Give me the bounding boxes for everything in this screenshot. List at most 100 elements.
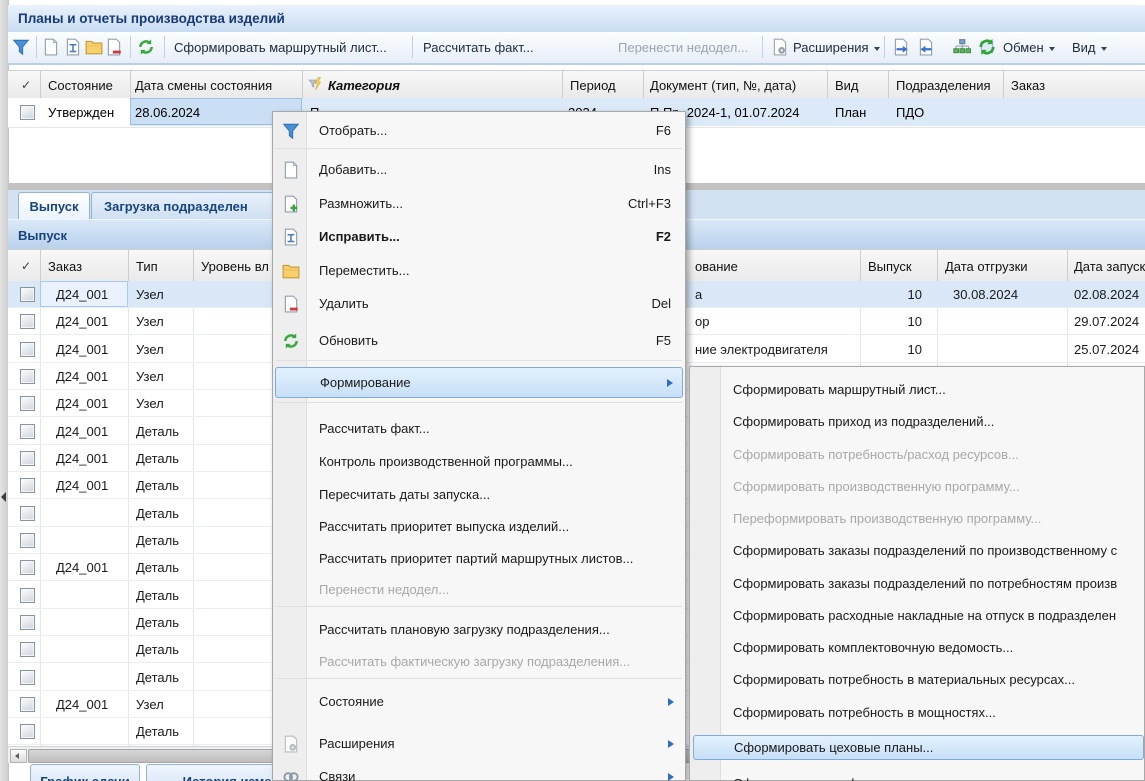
export-document-icon[interactable]	[892, 38, 910, 56]
menu-item-edit[interactable]: Исправить... F2	[275, 220, 683, 253]
filter-icon[interactable]	[12, 38, 30, 56]
column-period[interactable]: Период	[570, 71, 616, 99]
submenu-item-delivery-schedule[interactable]: Сформировать график сдачи...	[693, 767, 1144, 781]
row-checkbox[interactable]	[20, 588, 35, 603]
menu-item-links[interactable]: Связи	[275, 760, 683, 781]
cell-departments[interactable]: ПДО	[896, 98, 924, 126]
tab-schedule[interactable]: График сдачи	[30, 764, 140, 781]
column-type[interactable]: Тип	[136, 250, 158, 282]
menu-item-filter[interactable]: Отобрать... F6	[275, 114, 683, 147]
menu-item-recalc-launch-dates[interactable]: Пересчитать даты запуска...	[275, 478, 683, 511]
context-menu: Отобрать... F6 Добавить... Ins Размножит…	[272, 111, 686, 781]
row-checkbox[interactable]	[20, 396, 35, 411]
column-name[interactable]: ование	[695, 250, 738, 282]
row-checkbox[interactable]	[20, 615, 35, 630]
column-state-date[interactable]: Дата смены состояния	[135, 71, 272, 99]
delete-document-icon[interactable]	[105, 38, 123, 56]
submenu-item-material-needs[interactable]: Сформировать потребность в материальных …	[693, 663, 1144, 695]
view-button[interactable]: Вид	[1072, 39, 1107, 57]
row-checkbox[interactable]	[20, 314, 35, 329]
column-order[interactable]: Заказ	[1011, 71, 1045, 99]
cell-order: Д24_001	[56, 390, 108, 416]
submenu-item-shop-plans[interactable]: Сформировать цеховые планы...	[693, 735, 1144, 760]
row-checkbox[interactable]	[20, 533, 35, 548]
cell-state-date[interactable]: 28.06.2024	[135, 98, 200, 126]
import-document-icon[interactable]	[917, 38, 935, 56]
column-state[interactable]: Состояние	[48, 71, 113, 99]
submenu-item-picking-list[interactable]: Сформировать комплектовочную ведомость..…	[693, 631, 1144, 663]
scroll-left-button[interactable]	[10, 749, 27, 763]
menu-label: Сформировать комплектовочную ведомость..…	[733, 640, 1013, 655]
menu-item-add[interactable]: Добавить... Ins	[275, 153, 683, 186]
move-folder-icon[interactable]	[85, 38, 103, 56]
extensions-gear-icon[interactable]	[771, 38, 789, 56]
column-check[interactable]: ✓	[21, 250, 31, 282]
row-checkbox[interactable]	[20, 724, 35, 739]
hierarchy-icon[interactable]	[953, 38, 971, 56]
extensions-button[interactable]: Расширения	[793, 39, 880, 57]
menu-label: Сформировать расходные накладные на отпу…	[733, 608, 1116, 623]
cell-type: Деталь	[136, 554, 179, 580]
cell-kind[interactable]: План	[835, 98, 866, 126]
refresh-icon[interactable]	[137, 38, 155, 56]
row-checkbox[interactable]	[20, 642, 35, 657]
column-departments[interactable]: Подразделения	[896, 71, 991, 99]
menu-item-refresh[interactable]: Обновить F5	[275, 324, 683, 357]
menu-item-control-program[interactable]: Контроль производственной программы...	[275, 445, 683, 478]
column-order[interactable]: Заказ	[48, 250, 82, 282]
row-checkbox[interactable]	[20, 697, 35, 712]
column-category[interactable]: Категория	[328, 71, 400, 99]
submenu-item-capacity-needs[interactable]: Сформировать потребность в мощностях...	[693, 696, 1144, 728]
menu-item-delete[interactable]: Удалить Del	[275, 287, 683, 320]
row-checkbox[interactable]	[20, 560, 35, 575]
menu-item-priority-batches[interactable]: Рассчитать приоритет партий маршрутных л…	[275, 542, 683, 575]
menu-item-planned-load[interactable]: Рассчитать плановую загрузку подразделен…	[275, 613, 683, 646]
tab-label: Выпуск	[30, 199, 79, 214]
menu-item-move[interactable]: Переместить...	[275, 254, 683, 287]
cell-type: Деталь	[136, 418, 179, 444]
window-titlebar: Планы и отчеты производства изделий	[8, 5, 1145, 33]
column-document[interactable]: Документ (тип, №, дата)	[650, 71, 796, 99]
calc-fact-button[interactable]: Рассчитать факт...	[423, 39, 534, 57]
exchange-icon[interactable]	[978, 38, 996, 56]
edit-document-icon[interactable]	[64, 38, 82, 56]
form-route-sheet-button[interactable]: Сформировать маршрутный лист...	[174, 39, 387, 57]
move-folder-icon	[282, 262, 300, 280]
submenu-item-orders-by-structure[interactable]: Сформировать заказы подразделений по про…	[693, 534, 1144, 566]
menu-item-duplicate[interactable]: Размножить... Ctrl+F3	[275, 187, 683, 220]
submenu-item-income[interactable]: Сформировать приход из подразделений...	[693, 405, 1144, 437]
column-launch-date[interactable]: Дата запуск	[1074, 250, 1145, 282]
row-checkbox[interactable]	[20, 105, 35, 120]
menu-item-extensions[interactable]: Расширения	[275, 727, 683, 760]
column-kind[interactable]: Вид	[835, 71, 859, 99]
submenu-item-invoices[interactable]: Сформировать расходные накладные на отпу…	[693, 599, 1144, 631]
tab-vypusk[interactable]: Выпуск	[18, 192, 90, 219]
row-checkbox[interactable]	[20, 287, 35, 302]
menu-item-calc-fact[interactable]: Рассчитать факт...	[275, 412, 683, 445]
menu-item-formation[interactable]: Формирование	[275, 367, 683, 398]
splitter-collapse-icon[interactable]	[1, 492, 6, 502]
menu-label: Сформировать график сдачи...	[733, 776, 921, 781]
submenu-item-orders-by-needs[interactable]: Сформировать заказы подразделений по пот…	[693, 567, 1144, 599]
column-level[interactable]: Уровень вл	[201, 250, 269, 282]
menu-item-state[interactable]: Состояние	[275, 685, 683, 718]
column-divider	[562, 71, 563, 99]
exchange-button[interactable]: Обмен	[1003, 39, 1055, 57]
cell-state[interactable]: Утвержден	[48, 98, 114, 126]
row-checkbox[interactable]	[20, 506, 35, 521]
row-checkbox[interactable]	[20, 342, 35, 357]
add-document-icon[interactable]	[42, 38, 60, 56]
column-check[interactable]: ✓	[21, 71, 31, 99]
column-qty[interactable]: Выпуск	[868, 250, 912, 282]
column-ship-date[interactable]: Дата отгрузки	[945, 250, 1028, 282]
row-checkbox[interactable]	[20, 369, 35, 384]
cell-order: Д24_001	[56, 418, 108, 444]
row-checkbox[interactable]	[20, 478, 35, 493]
row-checkbox[interactable]	[20, 670, 35, 685]
add-document-icon	[282, 161, 300, 179]
submenu-arrow-icon	[668, 773, 674, 781]
submenu-item-route-sheet[interactable]: Сформировать маршрутный лист...	[693, 373, 1144, 405]
row-checkbox[interactable]	[20, 451, 35, 466]
menu-item-priority-products[interactable]: Рассчитать приоритет выпуска изделий...	[275, 510, 683, 543]
row-checkbox[interactable]	[20, 424, 35, 439]
